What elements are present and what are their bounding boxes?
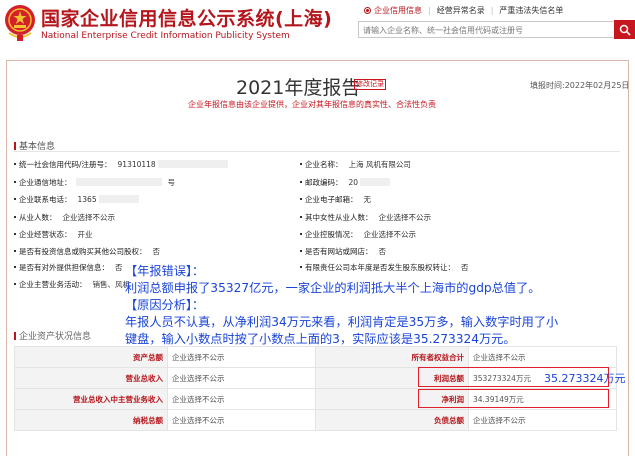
highlight-box-net-profit — [418, 389, 609, 408]
info-row-business: 企业主营业务活动： 销售、风机 — [14, 279, 130, 290]
annotation-line: 利润总额申报了35327亿元，一家企业的利润抵大半个上海市的gdp总值了。 — [125, 281, 541, 295]
info-row-credit-code: 统一社会信用代码/注册号： 91310118 — [14, 159, 228, 170]
section-divider — [14, 151, 620, 152]
section-asset-info: 企业资产状况信息 — [14, 329, 91, 342]
info-row-status: 企业经营状态： 开业 — [14, 229, 93, 240]
report-notice: 企业年报信息由该企业提供，企业对其年报信息的真实性、合法性负责 — [188, 100, 436, 109]
annotation-line: 【原因分析】： — [125, 298, 205, 312]
info-row-investment: 是否有投资信息或购买其他公司股权：否 — [14, 246, 160, 257]
info-row-female-employees: 其中女性从业人数： 企业选择不公示 — [300, 212, 431, 223]
site-header: 国家企业信用信息公示系统(上海) National Enterprise Cre… — [0, 0, 635, 48]
nav-enterprise-credit[interactable]: 企业信用信息 — [358, 5, 428, 16]
site-title: 国家企业信用信息公示系统(上海) — [41, 8, 333, 30]
info-row-address: 企业通信地址：号 — [14, 177, 175, 188]
report-title: 2021年度报告 — [236, 77, 361, 99]
search-input[interactable]: 请输入企业名称、统一社会信用代码或注册号 — [358, 21, 615, 38]
radio-selected-icon — [364, 7, 371, 14]
annotation-line: 【年报错误】： — [125, 264, 205, 278]
annotation-line: 年报人员不认真，从净利润34万元来看，利润肯定是35万多，输入数字时用了小 — [125, 315, 559, 329]
info-row-holding: 企业控股情况： 企业选择不公示 — [300, 229, 416, 240]
nav-dishonest-list[interactable]: 严重违法失信名单 — [493, 5, 569, 16]
nav-abnormal-list[interactable]: 经营异常名录 — [431, 5, 491, 16]
site-subtitle: National Enterprise Credit Information P… — [41, 31, 290, 41]
magnifier-icon — [619, 24, 631, 36]
info-row-phone: 企业联系电话： 1365 — [14, 194, 139, 205]
profit-correction: 35.273324万元 — [544, 372, 626, 385]
info-row-guarantee: 是否有对外提供担保信息：否 — [14, 262, 123, 273]
modify-record-link[interactable]: 修改记录 — [354, 79, 386, 90]
national-emblem-icon — [5, 5, 35, 41]
error-annotation: 【年报错误】： 利润总额申报了35327亿元，一家企业的利润抵大半个上海市的gd… — [125, 263, 558, 348]
fill-date: 填报时间:2022年02月25日 — [530, 81, 630, 90]
info-row-postcode: 邮政编码： 20 — [300, 177, 391, 188]
info-row-website: 是否有网站或网店：否 — [300, 246, 386, 257]
info-row-email: 企业电子邮箱：无 — [300, 194, 371, 205]
search-button[interactable] — [614, 20, 635, 39]
top-nav: 企业信用信息 | 经营异常名录 | 严重违法失信名单 — [358, 5, 569, 16]
info-row-company-name: 企业名称： 上海 风机有限公司 — [300, 159, 411, 170]
table-row: 纳税总额 企业选择不公示 负债总额 企业选择不公示 — [14, 409, 617, 431]
table-row: 资产总额 企业选择不公示 所有者权益合计 企业选择不公示 — [14, 346, 617, 368]
info-row-employees: 从业人数： 企业选择不公示 — [14, 212, 115, 223]
